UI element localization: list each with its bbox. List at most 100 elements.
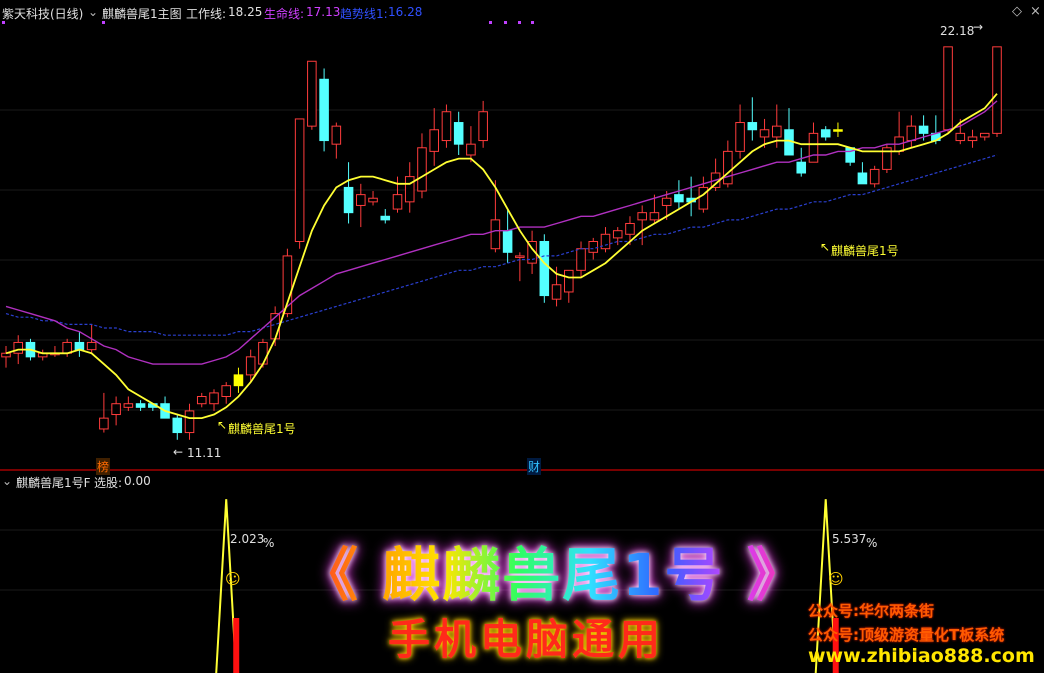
candle-body[interactable] <box>209 392 219 405</box>
diamond-icon[interactable]: ◇ <box>1012 4 1022 19</box>
indicator-name: 麒麟兽尾1主图 <box>102 7 182 21</box>
high-price-label: 22.18 <box>940 24 975 38</box>
candle-body[interactable] <box>86 341 97 351</box>
signal-dot <box>2 21 5 24</box>
trend-line-value: 16.28 <box>388 5 423 19</box>
candle-body[interactable] <box>258 341 268 365</box>
candle-body[interactable] <box>184 410 195 434</box>
candle-body[interactable] <box>808 132 819 163</box>
candle-body[interactable] <box>441 111 452 142</box>
candle-body[interactable] <box>759 129 770 138</box>
candle-body[interactable] <box>13 341 24 354</box>
collapse-toggle-icon[interactable]: ⌄ <box>88 5 98 19</box>
candle-body[interactable] <box>135 403 146 408</box>
candle-body[interactable] <box>172 417 183 434</box>
candle-body[interactable] <box>747 122 758 131</box>
candle-body[interactable] <box>698 186 709 210</box>
promo-line-1: 公众号:华尔两条街 <box>808 602 934 620</box>
candle-body[interactable] <box>343 186 354 214</box>
candle-body[interactable] <box>637 212 647 221</box>
candle-body[interactable] <box>99 417 109 430</box>
candle-body[interactable] <box>490 219 501 250</box>
candle-body[interactable] <box>1 352 11 358</box>
candle-body[interactable] <box>564 269 574 293</box>
candle-body[interactable] <box>221 385 232 398</box>
candle-body[interactable] <box>649 212 660 221</box>
candle-body[interactable] <box>992 46 1002 134</box>
close-icon[interactable]: × <box>1030 4 1041 19</box>
signal-dot <box>102 21 105 24</box>
signal-arrow-icon: ↖ <box>820 240 831 254</box>
work-line-value: 18.25 <box>228 5 263 19</box>
candle-body[interactable] <box>612 230 623 239</box>
pct-value: 5.537 <box>832 532 867 546</box>
candle-body[interactable] <box>294 118 305 242</box>
candle-body[interactable] <box>123 403 134 408</box>
candle-body[interactable] <box>771 125 782 138</box>
candle-body[interactable] <box>796 161 807 174</box>
candle-body[interactable] <box>111 403 121 416</box>
candle-body[interactable] <box>392 194 403 210</box>
chart-stage: 紫天科技(日线) ⌄ 麒麟兽尾1主图 工作线: 18.25 生命线: 17.13… <box>0 0 1044 673</box>
work-line-label: 工作线: <box>186 7 227 21</box>
signal-label: 麒麟兽尾1号 <box>831 244 899 258</box>
candle-body[interactable] <box>307 60 317 127</box>
select-label: 选股: <box>94 476 123 490</box>
candle-body[interactable] <box>625 222 635 235</box>
candle-body[interactable] <box>404 176 415 203</box>
promo-line-2: 公众号:顶级游资量化T板系统 <box>808 626 1005 644</box>
candle-body[interactable] <box>918 125 929 134</box>
candle-body[interactable] <box>196 396 207 405</box>
pct-value: 2.023 <box>230 532 265 546</box>
candle-body[interactable] <box>429 129 439 152</box>
candle-body[interactable] <box>955 132 966 142</box>
stock-title: 紫天科技(日线) <box>2 7 84 21</box>
candle-body[interactable] <box>943 46 953 131</box>
candle-body[interactable] <box>723 150 733 185</box>
candle-body[interactable] <box>869 168 880 185</box>
candle-body[interactable] <box>453 122 464 145</box>
candle-body[interactable] <box>245 356 256 376</box>
promo-site[interactable]: www.zhibiao888.com <box>808 645 1035 667</box>
signal-dot <box>489 21 492 24</box>
event-tag[interactable]: 榜 <box>96 458 111 475</box>
life-line <box>5 100 998 365</box>
high-arrow-icon: → <box>973 20 984 34</box>
life-line-label: 生命线: <box>264 7 305 21</box>
candle-body[interactable] <box>551 284 562 300</box>
sub-indicator-name: 麒麟兽尾1号F <box>16 476 91 490</box>
candle-body[interactable] <box>833 129 843 132</box>
candle-body[interactable] <box>380 215 391 221</box>
candle-body[interactable] <box>478 111 488 142</box>
candle-body[interactable] <box>857 172 868 185</box>
candle-body[interactable] <box>331 125 342 145</box>
candle-body[interactable] <box>576 248 586 271</box>
candle-body[interactable] <box>735 122 745 152</box>
event-tag[interactable]: 财 <box>527 458 542 475</box>
pct-unit: % <box>263 536 275 550</box>
candle-body[interactable] <box>515 255 525 258</box>
candle-body[interactable] <box>967 136 978 142</box>
signal-dot <box>518 21 521 24</box>
candle-body[interactable] <box>906 125 917 142</box>
promo-title: 《 麒麟兽尾1号 》 <box>300 528 807 612</box>
smiley-icon: ☺ <box>828 570 844 588</box>
life-line-value: 17.13 <box>306 5 341 19</box>
trend-line-label: 趋势线1: <box>340 7 388 21</box>
candle-body[interactable] <box>820 129 831 138</box>
candle-body[interactable] <box>356 194 366 206</box>
candle-body[interactable] <box>502 230 513 253</box>
candle-body[interactable] <box>674 194 684 203</box>
candle-body[interactable] <box>74 341 85 351</box>
candle-body[interactable] <box>661 197 672 206</box>
candle-body[interactable] <box>466 143 476 156</box>
candle-body[interactable] <box>417 147 427 192</box>
candle-body[interactable] <box>368 197 378 203</box>
candle-body[interactable] <box>319 78 329 142</box>
signal-label: 麒麟兽尾1号 <box>228 422 296 436</box>
candle-body[interactable] <box>588 241 599 253</box>
candle-body[interactable] <box>539 241 550 297</box>
collapse-toggle-icon[interactable]: ⌄ <box>2 474 12 488</box>
candle-body[interactable] <box>979 132 990 138</box>
candle-body[interactable] <box>233 374 244 387</box>
